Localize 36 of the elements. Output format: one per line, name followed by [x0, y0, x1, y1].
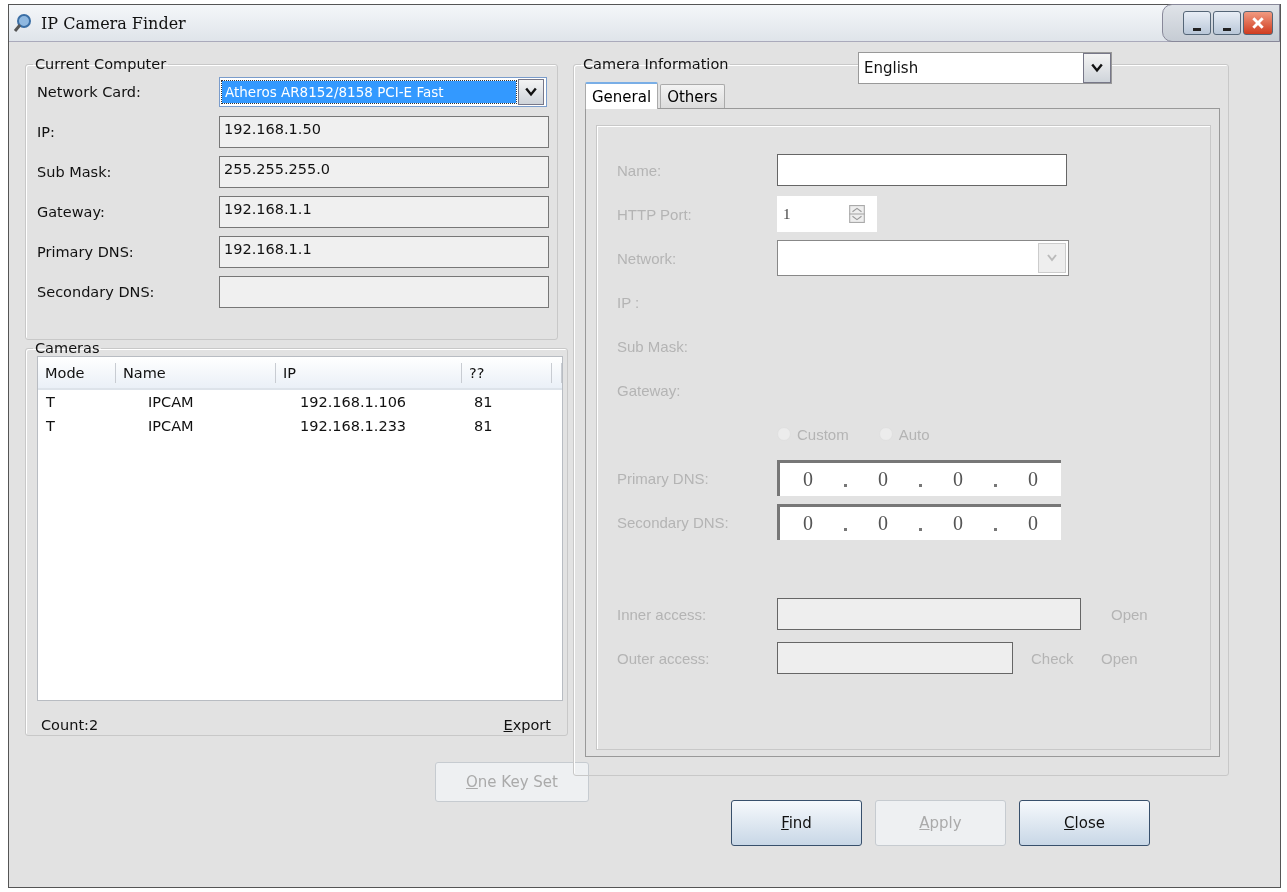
minimize-icon [1193, 28, 1201, 31]
field-label: Gateway: [37, 204, 106, 220]
window-title: IP Camera Finder [41, 13, 186, 33]
input-field[interactable] [219, 276, 549, 308]
input-field[interactable]: 192.168.1.1 [219, 236, 549, 268]
caret-icon [525, 87, 537, 97]
column-header[interactable]: IP [276, 362, 462, 383]
camera-row[interactable]: T IPCAM 192.168.1.233 81 [38, 414, 562, 438]
group-title: Current Computer [34, 56, 168, 72]
spinner-arrows-icon [849, 205, 865, 223]
count-label: Count:2 [41, 717, 99, 733]
column-header[interactable]: Mode [38, 362, 116, 383]
input-field[interactable]: 192.168.1.1 [219, 196, 549, 228]
column-header[interactable]: ?? [462, 362, 552, 383]
group-title: Cameras [34, 340, 101, 356]
column-header[interactable]: Name [116, 362, 276, 383]
field-label: Primary DNS: [37, 244, 135, 260]
export-button[interactable]: Export [503, 717, 551, 733]
group-title: Camera Information [582, 56, 730, 72]
magnifier-icon [13, 13, 33, 33]
input-field[interactable]: 192.168.1.50 [219, 116, 549, 148]
caret-icon [1091, 63, 1103, 73]
field-label: Secondary DNS: [37, 284, 156, 300]
dialog-button[interactable]: Close [1019, 800, 1150, 846]
minimize-button[interactable] [1183, 11, 1211, 35]
minimize-button[interactable] [1213, 11, 1241, 35]
camera-row[interactable]: T IPCAM 192.168.1.106 81 [38, 390, 562, 414]
dialog-button[interactable]: Find [731, 800, 862, 846]
field-label: Sub Mask: [37, 164, 113, 180]
close-button[interactable] [1243, 11, 1273, 35]
field-label: IP: [37, 124, 56, 140]
input-field[interactable]: 255.255.255.0 [219, 156, 549, 188]
caret-icon [1047, 254, 1057, 262]
close-icon [1251, 16, 1265, 30]
minimize-icon [1223, 28, 1231, 31]
field-label: Network Card: [37, 84, 142, 100]
